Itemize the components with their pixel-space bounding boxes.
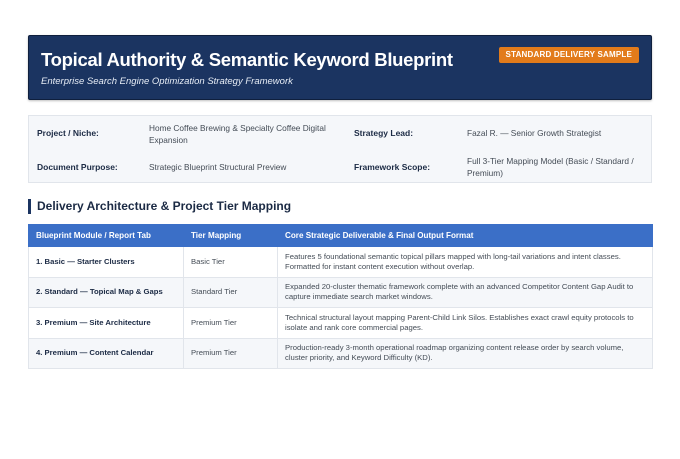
module-cell: 4. Premium — Content Calendar bbox=[28, 337, 184, 369]
strategy-lead-value: Fazal R. — Senior Growth Strategist bbox=[467, 128, 602, 138]
table-row: 4. Premium — Content Calendar Premium Ti… bbox=[28, 337, 653, 369]
deliverable-cell: Features 5 foundational semantic topical… bbox=[277, 246, 653, 278]
framework-scope-label: Framework Scope: bbox=[354, 162, 431, 172]
project-info-panel: Project / Niche: Home Coffee Brewing & S… bbox=[28, 115, 652, 183]
strategy-lead-label: Strategy Lead: bbox=[354, 128, 414, 138]
section-heading: Delivery Architecture & Project Tier Map… bbox=[28, 199, 291, 214]
project-niche-label: Project / Niche: bbox=[37, 128, 99, 138]
table-row: 2. Standard — Topical Map & Gaps Standar… bbox=[28, 276, 653, 308]
table-row: 1. Basic — Starter Clusters Basic Tier F… bbox=[28, 246, 653, 278]
tier-cell: Premium Tier bbox=[183, 337, 278, 369]
column-header-module: Blueprint Module / Report Tab bbox=[28, 224, 184, 247]
delivery-badge: STANDARD DELIVERY SAMPLE bbox=[498, 47, 639, 63]
deliverable-cell: Technical structural layout mapping Pare… bbox=[277, 307, 653, 339]
module-cell: 2. Standard — Topical Map & Gaps bbox=[28, 276, 184, 308]
column-header-tier: Tier Mapping bbox=[183, 224, 278, 247]
table-header-row: Blueprint Module / Report Tab Tier Mappi… bbox=[28, 224, 653, 247]
tier-cell: Premium Tier bbox=[183, 307, 278, 339]
deliverable-cell: Expanded 20-cluster thematic framework c… bbox=[277, 276, 653, 308]
document-title: Topical Authority & Semantic Keyword Blu… bbox=[41, 49, 453, 70]
module-cell: 1. Basic — Starter Clusters bbox=[28, 246, 184, 278]
project-niche-value: Home Coffee Brewing & Specialty Coffee D… bbox=[149, 123, 326, 145]
document-purpose-value: Strategic Blueprint Structural Preview bbox=[149, 162, 287, 172]
tier-cell: Basic Tier bbox=[183, 246, 278, 278]
framework-scope-value: Full 3-Tier Mapping Model (Basic / Stand… bbox=[467, 156, 634, 178]
table-row: 3. Premium — Site Architecture Premium T… bbox=[28, 307, 653, 339]
document-subtitle: Enterprise Search Engine Optimization St… bbox=[41, 76, 293, 87]
tier-cell: Standard Tier bbox=[183, 276, 278, 308]
document-header: Topical Authority & Semantic Keyword Blu… bbox=[28, 35, 652, 100]
module-cell: 3. Premium — Site Architecture bbox=[28, 307, 184, 339]
deliverable-cell: Production-ready 3-month operational roa… bbox=[277, 337, 653, 369]
document-purpose-label: Document Purpose: bbox=[37, 162, 118, 172]
column-header-deliverable: Core Strategic Deliverable & Final Outpu… bbox=[277, 224, 653, 247]
tier-mapping-table: Blueprint Module / Report Tab Tier Mappi… bbox=[28, 224, 653, 369]
